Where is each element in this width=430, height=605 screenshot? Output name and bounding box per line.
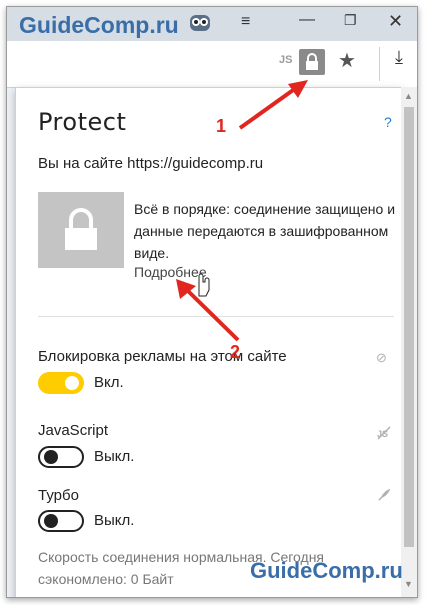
arrow-2-shaft <box>184 287 240 342</box>
hand-cursor-icon <box>198 273 210 297</box>
marker-2: 2 <box>230 342 241 362</box>
annotation-arrows <box>176 80 308 342</box>
arrow-1-shaft <box>238 86 298 130</box>
arrow-1-head <box>288 80 308 98</box>
marker-1: 1 <box>216 116 227 136</box>
